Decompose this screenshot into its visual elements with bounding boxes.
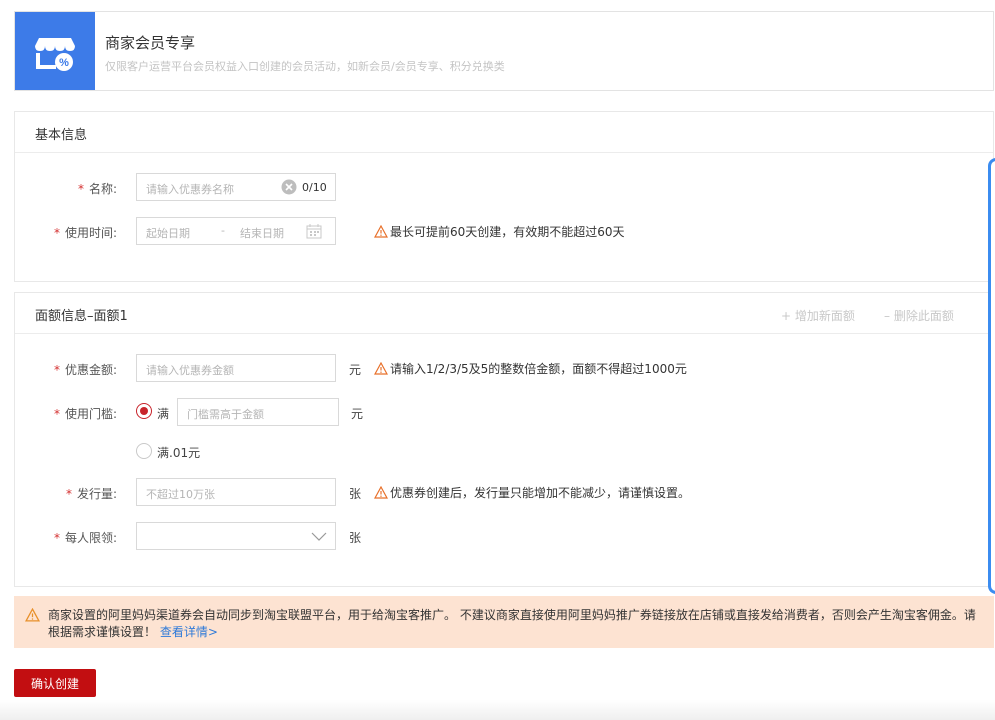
quantity-label: * 发行量: bbox=[65, 487, 117, 501]
calendar-icon[interactable] bbox=[306, 224, 322, 239]
coupon-type-card: % 商家会员专享 仅限客户运营平台会员权益入口创建的会员活动，如新会员/会员专享… bbox=[14, 11, 994, 91]
limit-label: * 每人限领: bbox=[53, 531, 117, 545]
quantity-unit: 张 bbox=[349, 487, 362, 501]
confirm-create-button[interactable]: 确认创建 bbox=[14, 669, 96, 697]
chevron-down-icon bbox=[311, 532, 327, 541]
basic-info-title: 基本信息 bbox=[35, 128, 88, 143]
clear-icon[interactable] bbox=[281, 179, 297, 195]
end-date-input[interactable]: 结束日期 bbox=[240, 225, 284, 241]
threshold-no-limit-radio[interactable] bbox=[136, 443, 152, 459]
name-label: * 名称: bbox=[77, 182, 117, 196]
threshold-full-radio[interactable] bbox=[136, 403, 152, 419]
denomination-section: 面额信息–面额1 + 增加新面额 – 删除此面额 * 优惠金额: 请输入优惠券金额… bbox=[14, 292, 994, 587]
promotion-notice: 商家设置的阿里妈妈渠道券会自动同步到淘宝联盟平台，用于给淘宝客推广。 不建议商家… bbox=[14, 596, 994, 648]
basic-info-section: 基本信息 * 名称: 请输入优惠券名称 0/10 * 使用时间: 起始日期 - 结束… bbox=[14, 111, 994, 282]
threshold-full-label: 满 bbox=[157, 407, 170, 421]
store-discount-icon: % bbox=[35, 38, 75, 71]
threshold-no-limit-label: 满.01元 bbox=[157, 446, 201, 460]
time-hint: 最长可提前60天创建，有效期不能超过60天 bbox=[374, 223, 625, 240]
side-panel-edge[interactable] bbox=[988, 158, 995, 594]
warning-icon bbox=[374, 362, 388, 375]
threshold-amount-input[interactable]: 门槛需高于金额 bbox=[177, 398, 339, 426]
threshold-label: * 使用门槛: bbox=[53, 407, 117, 421]
coupon-name-input[interactable]: 请输入优惠券名称 0/10 bbox=[136, 173, 336, 201]
issue-quantity-input[interactable]: 不超过10万张 bbox=[136, 478, 336, 506]
svg-text:%: % bbox=[59, 57, 69, 69]
threshold-unit: 元 bbox=[351, 407, 364, 421]
per-person-limit-select[interactable] bbox=[136, 522, 336, 550]
name-char-counter: 0/10 bbox=[302, 181, 327, 194]
denomination-title: 面额信息–面额1 bbox=[35, 309, 128, 324]
coupon-type-description: 仅限客户运营平台会员权益入口创建的会员活动，如新会员/会员专享、积分兑换类 bbox=[105, 60, 505, 73]
amount-unit: 元 bbox=[349, 363, 362, 377]
warning-icon bbox=[25, 608, 40, 622]
amount-hint: 请输入1/2/3/5及5的整数倍金额，面额不得超过1000元 bbox=[374, 360, 687, 377]
warning-icon bbox=[374, 225, 388, 238]
basic-info-header: 基本信息 bbox=[15, 112, 993, 153]
warning-icon bbox=[374, 486, 388, 499]
page-bottom-shade bbox=[0, 700, 995, 720]
delete-denomination-button[interactable]: – 删除此面额 bbox=[884, 307, 954, 324]
add-denomination-button[interactable]: + 增加新面额 bbox=[781, 307, 855, 324]
view-details-link[interactable]: 查看详情> bbox=[160, 625, 218, 639]
amount-label: * 优惠金额: bbox=[53, 363, 117, 377]
date-range-picker[interactable]: 起始日期 - 结束日期 bbox=[136, 217, 336, 245]
header-icon-box: % bbox=[15, 12, 95, 90]
coupon-type-title: 商家会员专享 bbox=[105, 34, 196, 52]
coupon-amount-input[interactable]: 请输入优惠券金额 bbox=[136, 354, 336, 382]
time-label: * 使用时间: bbox=[53, 226, 117, 240]
quantity-hint: 优惠券创建后，发行量只能增加不能减少，请谨慎设置。 bbox=[374, 484, 690, 501]
denomination-header: 面额信息–面额1 + 增加新面额 – 删除此面额 bbox=[15, 293, 993, 334]
notice-text: 商家设置的阿里妈妈渠道券会自动同步到淘宝联盟平台，用于给淘宝客推广。 不建议商家… bbox=[48, 608, 976, 639]
date-separator: - bbox=[221, 224, 225, 237]
start-date-input[interactable]: 起始日期 bbox=[146, 225, 190, 241]
limit-unit: 张 bbox=[349, 531, 362, 545]
